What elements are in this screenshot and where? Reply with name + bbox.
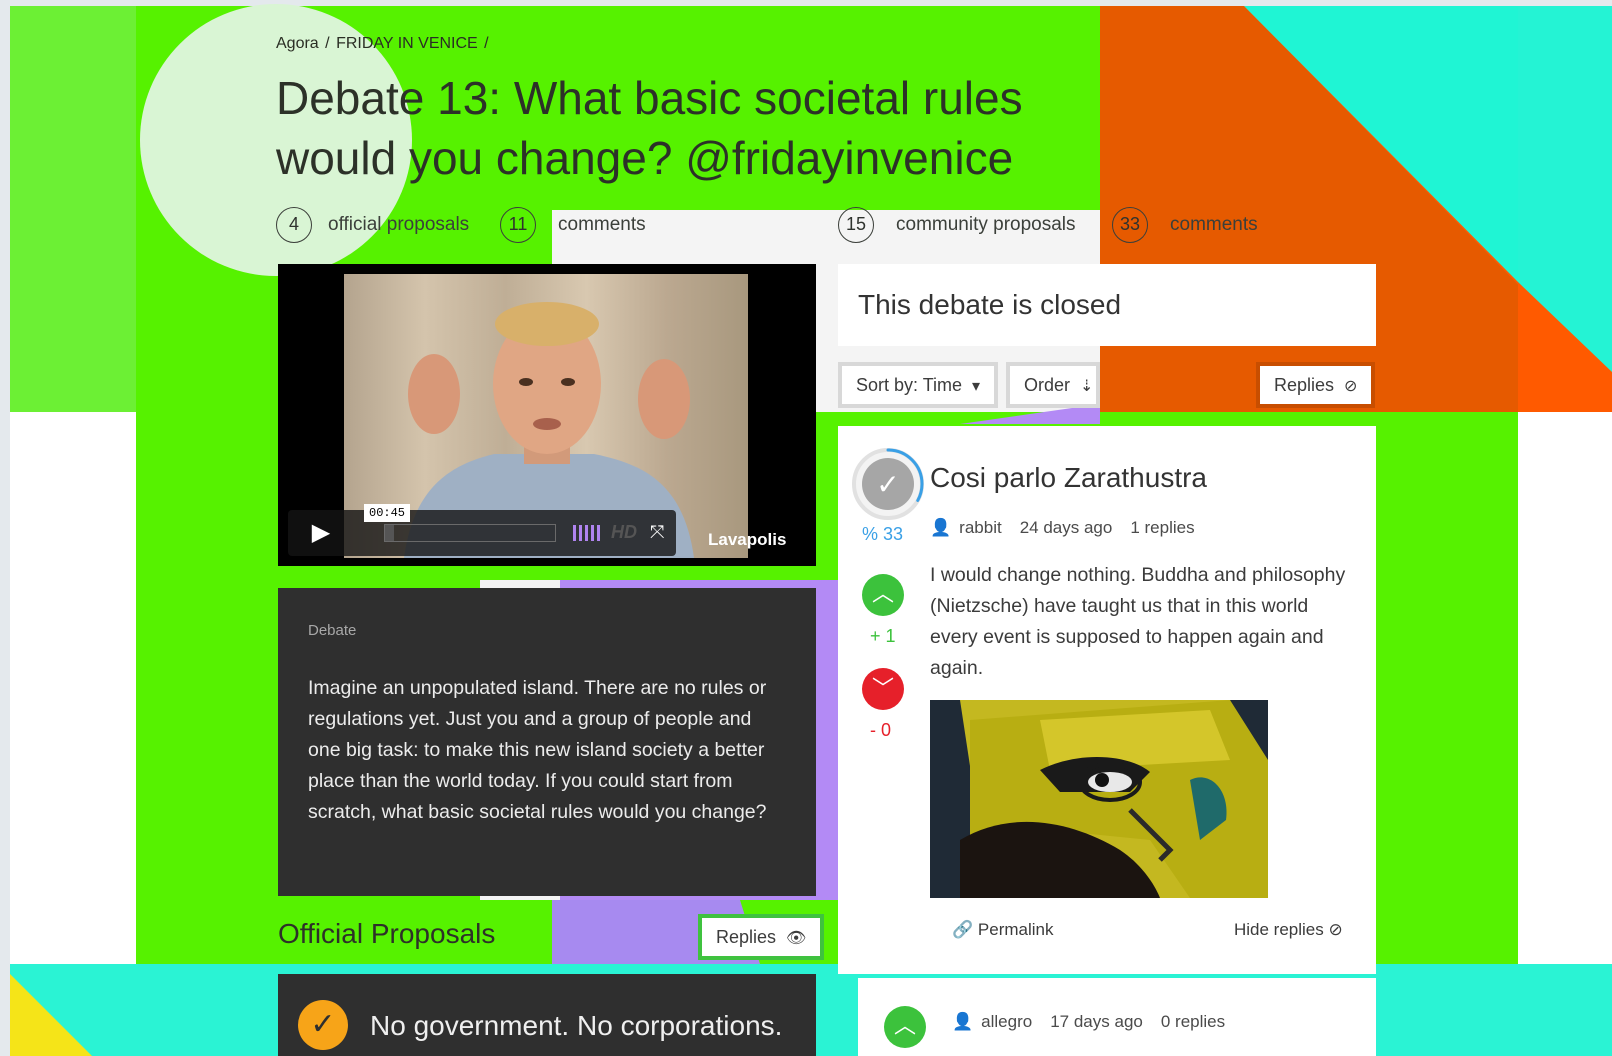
comment-meta: 👤 rabbit 24 days ago 1 replies [930,518,1195,538]
video-player[interactable]: ▶ 00:45 HD ⤧ Lavapolis [278,264,816,566]
check-icon: ✓ [298,1000,348,1050]
hide-replies-link[interactable]: Hide replies ⊘ [1234,920,1343,940]
official-replies-button[interactable]: Replies 👁 [698,914,825,960]
official-replies-label: Replies [716,927,777,947]
order-label: Order [1024,375,1071,395]
score-ring: ✓ [852,448,924,520]
caret-down-icon: ▾ [972,378,981,395]
breadcrumb-agora[interactable]: Agora [276,35,319,52]
volume-icon[interactable] [573,525,603,541]
vote-up-button[interactable]: ︿ [862,574,904,616]
official-proposal-item[interactable]: ✓ No government. No corporations. [278,974,816,1056]
chevron-up-icon: ︿ [893,1013,916,1038]
video-timestamp: 00:45 [364,504,411,522]
eye-icon: 👁 [786,930,807,947]
link-icon: 🔗 [952,920,974,939]
proposal-title: No government. No corporations. [370,1010,783,1041]
comment-title[interactable]: Cosi parlo Zarathustra [930,462,1207,494]
breadcrumb-friday-in-venice[interactable]: FRIDAY IN VENICE [336,35,478,52]
comment-reply-count[interactable]: 1 replies [1130,518,1194,538]
reply-vote-up-button[interactable]: ︿ [884,1006,926,1048]
user-icon: 👤 [952,1012,974,1031]
video-scrubber[interactable] [384,524,556,542]
comment-card: ✓ % 33 ︿ + 1 ﹀ - 0 Cosi parlo Zarathustr… [838,426,1376,974]
score-percentage: % 33 [862,524,904,544]
chevron-down-icon: ﹀ [871,676,894,701]
eye-slash-icon: ⊘ [1328,920,1343,939]
breadcrumb: Agora / FRIDAY IN VENICE / [276,35,491,53]
page: Agora / FRIDAY IN VENICE / Debate 13: Wh… [0,0,1612,1056]
video-brand-logo: Lavapolis [708,530,787,549]
order-button[interactable]: Order ⇣ [1006,362,1100,408]
official-proposals-count: 4 [276,207,312,243]
up-vote-count: + 1 [870,626,896,646]
debate-text: Imagine an unpopulated island. There are… [308,677,767,823]
community-proposals-count: 15 [838,207,874,243]
permalink-link[interactable]: 🔗 Permalink [952,920,1054,940]
permalink-label: Permalink [977,920,1054,939]
breadcrumb-separator: / [325,35,330,52]
community-proposals-label[interactable]: community proposals [896,214,1076,236]
official-proposals-heading: Official Proposals [278,918,496,949]
fullscreen-icon[interactable]: ⤧ [650,522,664,543]
official-comments-label[interactable]: comments [558,214,646,236]
reply-card: ︿ 👤 allegro 17 days ago 0 replies [858,978,1376,1056]
official-comments-count: 11 [500,207,536,243]
breadcrumb-separator: / [484,35,489,52]
community-comments-label[interactable]: comments [1170,214,1258,236]
video-progress-fill [385,525,394,541]
community-comments-count: 33 [1112,207,1148,243]
comment-body: I would change nothing. Buddha and philo… [930,564,1346,679]
replies-toggle-button[interactable]: Replies ⊘ [1256,362,1376,408]
reply-author[interactable]: allegro [981,1012,1032,1032]
replies-toggle-label: Replies [1274,375,1335,395]
chevron-up-icon: ︿ [871,581,894,606]
debate-description: Debate Imagine an unpopulated island. Th… [278,588,816,896]
reply-age: 17 days ago [1050,1012,1143,1031]
debate-closed-notice: This debate is closed [838,264,1376,346]
reply-reply-count[interactable]: 0 replies [1161,1012,1225,1032]
video-controls: ▶ 00:45 HD ⤧ [288,504,676,556]
vote-down-button[interactable]: ﹀ [862,668,904,710]
eye-slash-icon: ⊘ [1344,378,1358,395]
svg-text:✓: ✓ [876,468,899,501]
sort-label: Sort by: Time [856,375,963,395]
comment-image[interactable] [930,700,1268,898]
sort-order-icon: ⇣ [1080,378,1094,395]
hd-toggle[interactable]: HD [611,522,637,543]
comment-age: 24 days ago [1019,518,1113,537]
debate-label: Debate [308,622,357,639]
page-title: Debate 13: What basic societal rules wou… [276,72,1023,184]
official-proposals-label[interactable]: official proposals [328,214,469,236]
down-vote-count: - 0 [870,720,892,740]
hide-replies-label: Hide replies [1234,920,1324,939]
reply-meta: 👤 allegro 17 days ago 0 replies [952,1012,1225,1032]
play-icon[interactable]: ▶ [288,510,354,556]
user-icon: 👤 [930,518,952,537]
comment-author[interactable]: rabbit [959,518,1002,538]
sort-dropdown[interactable]: Sort by: Time ▾ [838,362,998,408]
